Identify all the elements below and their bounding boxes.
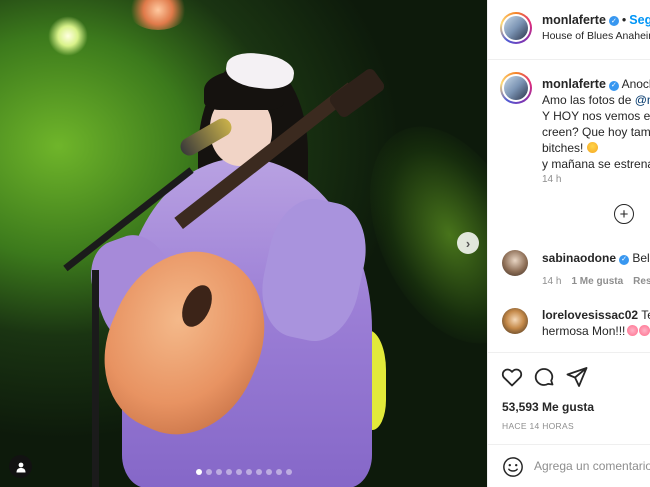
verified-badge-icon: ✓ [608, 16, 619, 26]
load-more-comments-button[interactable]: + [614, 204, 634, 224]
caption-text: Y HOY nos vemos en [542, 109, 650, 123]
smile-icon[interactable] [502, 456, 524, 478]
carousel-dot [255, 469, 262, 475]
carousel-dot [285, 469, 292, 475]
follow-button[interactable]: Seg [629, 13, 650, 27]
author-avatar[interactable] [500, 12, 532, 44]
comment-composer [488, 444, 650, 487]
post-caption: monlaferte✓ Anoch Amo las fotos de @m Y … [542, 76, 650, 172]
location-link[interactable]: House of Blues Anaheim [542, 30, 650, 42]
comment-avatar[interactable] [502, 308, 528, 334]
plus-circle-icon: + [619, 205, 629, 223]
carousel-dot [275, 469, 282, 475]
carousel-dot [225, 469, 232, 475]
comment-text: hermosa Mon!!! [542, 324, 626, 338]
post-header: monlaferte ✓ • Seg House of Blues Anaheim [488, 0, 650, 60]
carousel-dot [205, 469, 212, 475]
comment-likes[interactable]: 1 Me gusta [571, 276, 623, 287]
caption-text: y mañana se estrena [542, 157, 650, 171]
post-timestamp[interactable]: HACE 14 HORAS [502, 421, 574, 431]
avatar-image [504, 76, 528, 100]
stage-light [128, 0, 188, 30]
comment-meta: 14 h 1 Me gusta Res [542, 276, 650, 287]
carousel-dot [235, 469, 242, 475]
comment-row: sabinaodone✓ Bella [542, 250, 650, 266]
author-username[interactable]: monlaferte [542, 13, 606, 27]
likes-count[interactable]: 53,593 Me gusta [502, 400, 594, 414]
comment-input[interactable] [534, 453, 650, 479]
post-media[interactable]: › [0, 0, 487, 487]
comment-username[interactable]: lorelovesissac02 [542, 308, 638, 322]
heart-eyes-emoji-icon [627, 325, 639, 336]
separator-dot: • [621, 13, 627, 27]
stage-light [48, 16, 88, 56]
heart-eyes-emoji-icon [639, 325, 650, 336]
guitar-headstock [327, 66, 387, 120]
caption-username[interactable]: monlaferte [542, 77, 606, 91]
comment-text: Bella [632, 251, 650, 265]
avatar-image [504, 16, 528, 40]
caption-mention[interactable]: @m [635, 93, 650, 107]
comment-avatar[interactable] [502, 250, 528, 276]
mic-stand [92, 270, 99, 487]
comment-text: Te [641, 308, 650, 322]
chevron-right-icon: › [465, 235, 471, 251]
carousel-dot [265, 469, 272, 475]
comment-username[interactable]: sabinaodone [542, 251, 616, 265]
caption-author-avatar[interactable] [500, 72, 532, 104]
comment-row: lorelovesissac02 Te [542, 307, 650, 323]
carousel-indicator [0, 469, 487, 475]
share-icon[interactable] [565, 365, 589, 389]
comment-timestamp[interactable]: 14 h [542, 276, 561, 287]
caption-timestamp[interactable]: 14 h [542, 174, 561, 185]
caption-text: Anoch [621, 77, 650, 91]
carousel-dot [245, 469, 252, 475]
comment-icon[interactable] [532, 365, 556, 389]
heart-icon[interactable] [500, 365, 524, 389]
header-title-row: monlaferte ✓ • Seg [542, 13, 650, 27]
user-tag-button[interactable] [9, 455, 32, 478]
comments-list[interactable]: monlaferte✓ Anoch Amo las fotos de @m Y … [488, 60, 650, 352]
caption-text: Amo las fotos de [542, 93, 635, 107]
verified-badge-icon: ✓ [619, 255, 630, 265]
post-actions: 53,593 Me gusta HACE 14 HORAS [488, 352, 650, 444]
post-side-panel: monlaferte ✓ • Seg House of Blues Anaheim m… [487, 0, 650, 487]
caption-text: bitches! [542, 141, 584, 155]
carousel-dot [215, 469, 222, 475]
comment-row: hermosa Mon!!! [542, 323, 650, 339]
carousel-dot [195, 469, 202, 475]
reply-button[interactable]: Res [633, 276, 650, 287]
carousel-next-button[interactable]: › [457, 232, 479, 254]
user-tag-icon [16, 462, 25, 472]
caption-text: creen? Que hoy tamb [542, 125, 650, 139]
winking-face-emoji-icon [586, 142, 598, 153]
verified-badge-icon: ✓ [608, 81, 619, 91]
